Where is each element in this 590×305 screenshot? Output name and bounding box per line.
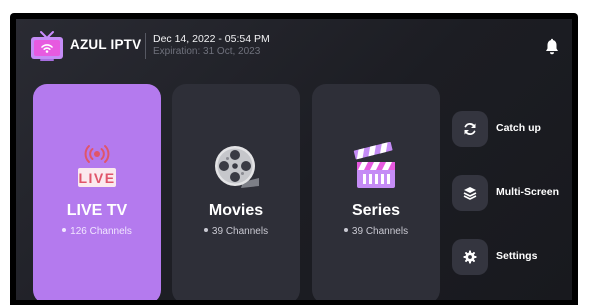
settings-button[interactable]: Settings xyxy=(452,239,568,275)
card-title: LIVE TV xyxy=(66,202,128,219)
card-title: Movies xyxy=(208,202,264,219)
live-badge-text: LIVE xyxy=(78,170,115,186)
tv-logo-icon xyxy=(30,30,64,62)
bell-icon[interactable] xyxy=(543,38,561,56)
card-subtitle: 39 Channels xyxy=(312,226,440,237)
header-divider xyxy=(145,33,146,59)
layers-icon xyxy=(452,175,488,211)
card-subtitle: 126 Channels xyxy=(33,226,161,237)
expiration-date: Expiration: 31 Oct, 2023 xyxy=(153,46,261,57)
movies-card[interactable]: Movies 39 Channels xyxy=(172,84,300,300)
live-tv-icon: LIVE xyxy=(33,142,161,192)
catch-up-button[interactable]: Catch up xyxy=(452,111,568,147)
side-menu-label: Settings xyxy=(496,250,538,262)
multi-screen-button[interactable]: Multi-Screen xyxy=(452,175,568,211)
live-tv-card[interactable]: LIVE LIVE TV 126 Channels xyxy=(33,84,161,300)
series-card[interactable]: Series 39 Channels xyxy=(312,84,440,300)
card-title: Series xyxy=(351,202,401,219)
app-screen: AZUL IPTV Dec 14, 2022 - 05:54 PM Expira… xyxy=(16,19,572,300)
card-subtitle: 39 Channels xyxy=(172,226,300,237)
side-menu-label: Catch up xyxy=(496,122,541,134)
side-menu-label: Multi-Screen xyxy=(496,186,560,198)
gear-icon xyxy=(452,239,488,275)
refresh-icon xyxy=(452,111,488,147)
header: AZUL IPTV Dec 14, 2022 - 05:54 PM Expira… xyxy=(16,19,572,75)
clapperboard-icon xyxy=(312,142,440,192)
film-reel-icon xyxy=(172,142,300,192)
app-brand: AZUL IPTV xyxy=(70,37,142,52)
current-datetime: Dec 14, 2022 - 05:54 PM xyxy=(153,33,270,45)
